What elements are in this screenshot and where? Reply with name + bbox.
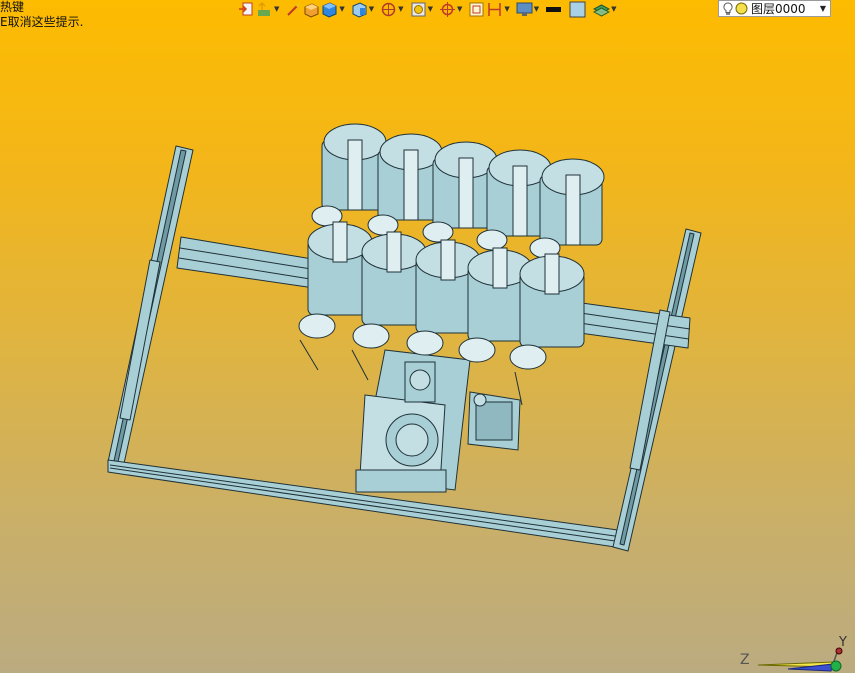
- rotate-icon: [381, 2, 396, 16]
- import-button[interactable]: [238, 0, 255, 18]
- rotate-dropdown-icon[interactable]: ▼: [398, 5, 403, 13]
- render-dropdown-icon[interactable]: ▼: [428, 5, 433, 13]
- light-state-icon[interactable]: [735, 2, 748, 15]
- wand-icon: [287, 2, 301, 16]
- face-color-icon: [569, 1, 586, 17]
- layer-select[interactable]: 图层0000 ▼: [718, 0, 831, 17]
- motor-assembly: [355, 349, 521, 493]
- hint-line-2: E取消这些提示.: [0, 15, 84, 29]
- display-dropdown-icon[interactable]: ▼: [534, 5, 539, 13]
- hotkey-hint: 热键 E取消这些提示.: [0, 0, 83, 30]
- layers-button[interactable]: ▼: [593, 0, 621, 18]
- snap-button[interactable]: ▼: [439, 0, 467, 18]
- view-toolbar: ▼ ▼ ▼ ▼ ▼ ▼ ▼ ▼ ▼: [238, 0, 622, 18]
- dimension-dropdown-icon[interactable]: ▼: [504, 5, 509, 13]
- axis-z-label: Z: [740, 652, 750, 668]
- cube-button[interactable]: ▼: [321, 0, 349, 18]
- display-button[interactable]: ▼: [516, 0, 544, 18]
- layers-dropdown-icon[interactable]: ▼: [611, 5, 616, 13]
- snap-dropdown-icon[interactable]: ▼: [457, 5, 462, 13]
- cube-icon: [322, 1, 337, 18]
- axis-triad: [757, 647, 843, 672]
- dimension-icon: [488, 2, 502, 16]
- snap-icon: [439, 1, 455, 17]
- layer-name: 图层0000: [751, 2, 806, 16]
- box-button[interactable]: [303, 0, 320, 18]
- box-icon: [304, 2, 319, 18]
- rotate-button[interactable]: ▼: [380, 0, 408, 18]
- face-color-button[interactable]: [569, 0, 586, 18]
- model-viewport[interactable]: [0, 0, 855, 673]
- chevron-down-icon[interactable]: ▼: [816, 4, 830, 13]
- cube-view-icon: [352, 1, 367, 18]
- import-icon: [239, 2, 253, 15]
- cube-dropdown-icon[interactable]: ▼: [339, 5, 344, 13]
- line-color-icon: [546, 6, 562, 12]
- render-icon: [411, 2, 426, 16]
- lightbulb-icon[interactable]: [723, 1, 733, 16]
- render-button[interactable]: ▼: [410, 0, 438, 18]
- layers-icon: [593, 3, 611, 17]
- hint-line-1: 热键: [0, 0, 25, 14]
- line-color-button[interactable]: [545, 0, 562, 18]
- cube-view-button[interactable]: ▼: [351, 0, 379, 18]
- move-dropdown-icon[interactable]: ▼: [274, 5, 279, 13]
- display-icon: [516, 2, 533, 16]
- wand-button[interactable]: [285, 0, 302, 18]
- sketch-button[interactable]: [468, 0, 485, 18]
- sketch-icon: [469, 2, 484, 16]
- cube-view-dropdown-icon[interactable]: ▼: [369, 5, 374, 13]
- move-button[interactable]: ▼: [256, 0, 284, 18]
- dimension-button[interactable]: ▼: [486, 0, 514, 18]
- axis-y-label: Y: [839, 635, 847, 650]
- move-icon: [258, 1, 270, 16]
